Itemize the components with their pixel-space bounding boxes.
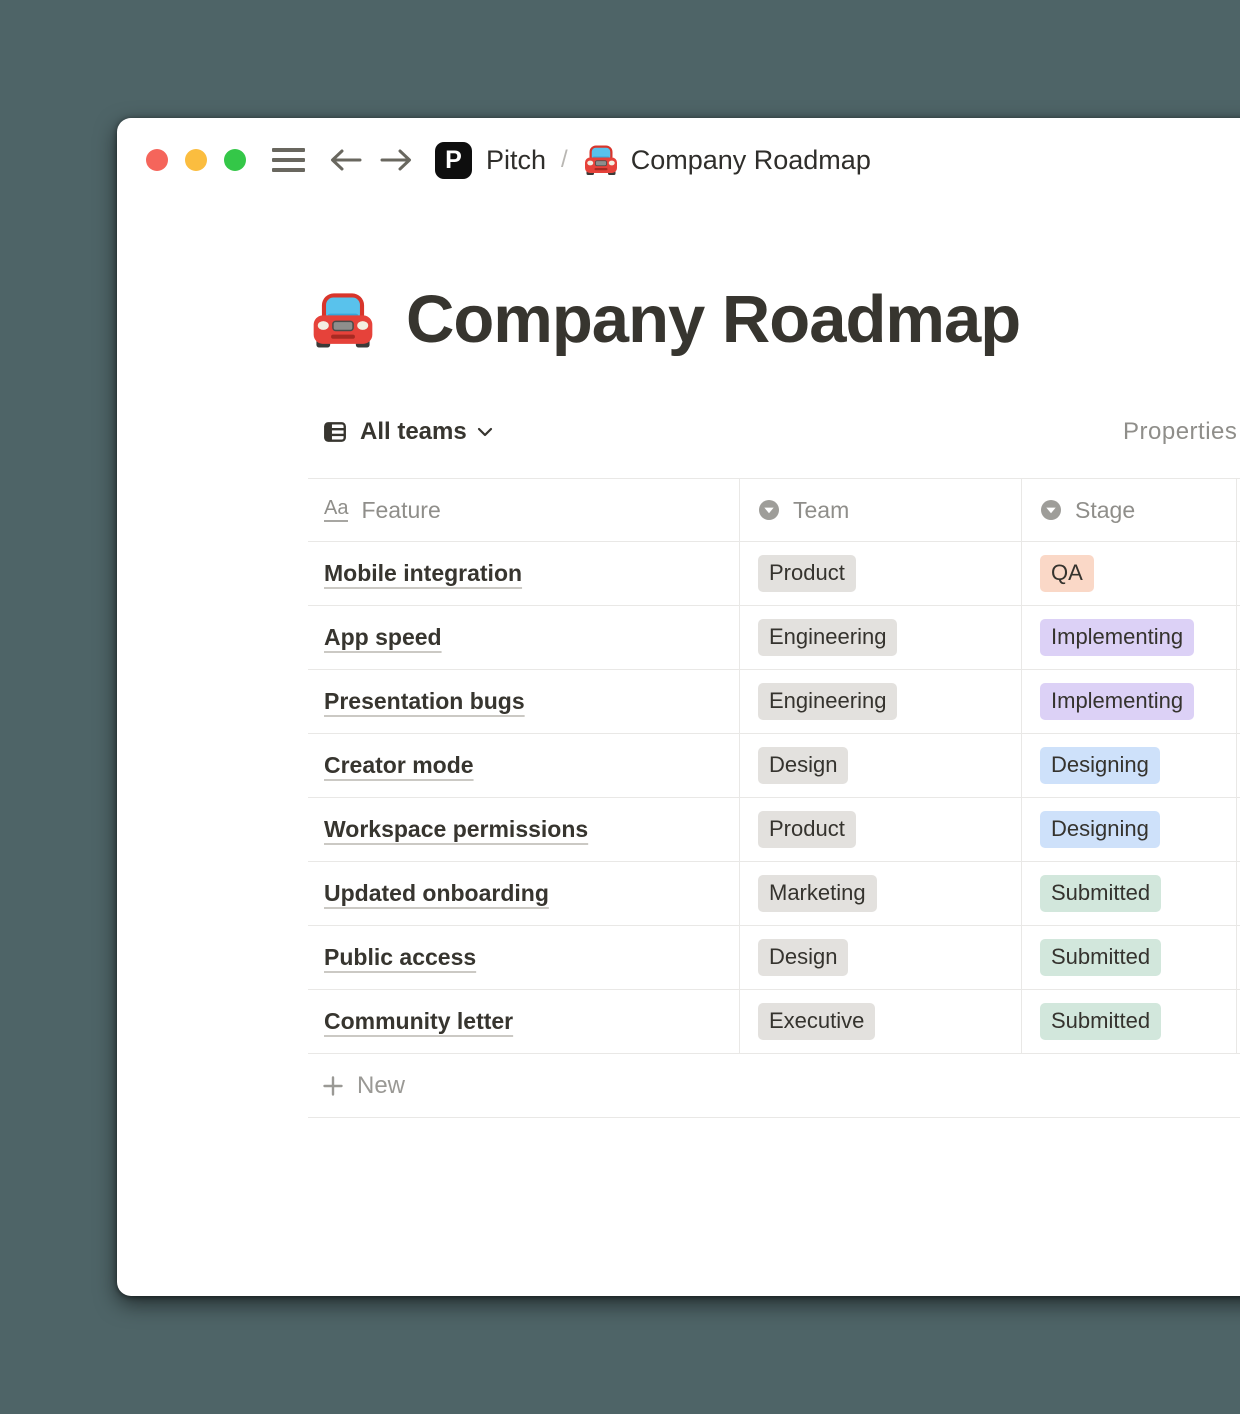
roadmap-table: Aa Feature Team Stage Mobile integration… <box>308 478 1240 1118</box>
table-row: Creator mode Design Designing <box>308 734 1240 798</box>
close-button[interactable] <box>146 149 168 171</box>
team-tag: Executive <box>758 1003 875 1041</box>
feature-page-link[interactable]: Presentation bugs <box>324 688 525 715</box>
team-cell[interactable]: Executive <box>740 990 1022 1053</box>
stage-tag: Implementing <box>1040 619 1194 657</box>
feature-page-link[interactable]: Mobile integration <box>324 560 522 587</box>
stage-tag: QA <box>1040 555 1094 593</box>
table-view-icon <box>322 419 348 445</box>
stage-cell[interactable]: Submitted <box>1022 926 1237 989</box>
column-label: Feature <box>361 497 440 524</box>
stage-cell[interactable]: QA <box>1022 542 1237 605</box>
table-row: Presentation bugs Engineering Implementi… <box>308 670 1240 734</box>
team-tag: Product <box>758 555 856 593</box>
plus-icon <box>322 1075 344 1097</box>
team-tag: Product <box>758 811 856 849</box>
page-title-row: Company Roadmap <box>310 281 1020 358</box>
stage-tag: Submitted <box>1040 875 1161 913</box>
stage-cell[interactable]: Designing <box>1022 798 1237 861</box>
back-arrow-icon[interactable] <box>329 148 363 172</box>
column-header-team[interactable]: Team <box>740 479 1022 541</box>
team-tag: Marketing <box>758 875 877 913</box>
feature-page-link[interactable]: Community letter <box>324 1008 513 1035</box>
feature-cell[interactable]: Creator mode <box>308 734 740 797</box>
breadcrumb-page-title[interactable]: Company Roadmap <box>631 145 871 176</box>
view-selector[interactable]: All teams <box>322 415 493 449</box>
team-cell[interactable]: Engineering <box>740 606 1022 669</box>
feature-cell[interactable]: Public access <box>308 926 740 989</box>
team-tag: Design <box>758 747 848 785</box>
team-cell[interactable]: Product <box>740 542 1022 605</box>
chevron-down-icon <box>477 427 493 437</box>
feature-page-link[interactable]: Public access <box>324 944 476 971</box>
table-row: Workspace permissions Product Designing <box>308 798 1240 862</box>
stage-tag: Designing <box>1040 747 1160 785</box>
feature-page-link[interactable]: App speed <box>324 624 442 651</box>
text-type-icon: Aa <box>324 498 348 522</box>
team-tag: Engineering <box>758 683 897 721</box>
team-cell[interactable]: Marketing <box>740 862 1022 925</box>
table-row: Updated onboarding Marketing Submitted <box>308 862 1240 926</box>
feature-cell[interactable]: App speed <box>308 606 740 669</box>
feature-page-link[interactable]: Workspace permissions <box>324 816 588 843</box>
feature-page-link[interactable]: Updated onboarding <box>324 880 549 907</box>
feature-cell[interactable]: Workspace permissions <box>308 798 740 861</box>
table-row: Public access Design Submitted <box>308 926 1240 990</box>
page-title[interactable]: Company Roadmap <box>406 281 1020 358</box>
breadcrumb-separator: / <box>561 146 568 174</box>
table-row: App speed Engineering Implementing <box>308 606 1240 670</box>
stage-tag: Designing <box>1040 811 1160 849</box>
table-row: Community letter Executive Submitted <box>308 990 1240 1054</box>
team-cell[interactable]: Engineering <box>740 670 1022 733</box>
team-cell[interactable]: Design <box>740 734 1022 797</box>
app-window: P Pitch / Company Roadmap Company Roadma… <box>117 118 1240 1296</box>
stage-tag: Submitted <box>1040 939 1161 977</box>
properties-button[interactable]: Properties <box>1123 418 1237 446</box>
feature-cell[interactable]: Updated onboarding <box>308 862 740 925</box>
page-icon-car[interactable] <box>310 287 376 353</box>
feature-cell[interactable]: Community letter <box>308 990 740 1053</box>
forward-arrow-icon[interactable] <box>379 148 413 172</box>
stage-cell[interactable]: Submitted <box>1022 990 1237 1053</box>
team-tag: Design <box>758 939 848 977</box>
team-tag: Engineering <box>758 619 897 657</box>
minimize-button[interactable] <box>185 149 207 171</box>
car-icon <box>583 142 619 178</box>
stage-tag: Submitted <box>1040 1003 1161 1041</box>
table-row: Mobile integration Product QA <box>308 542 1240 606</box>
team-cell[interactable]: Product <box>740 798 1022 861</box>
column-header-feature[interactable]: Aa Feature <box>308 479 740 541</box>
zoom-button[interactable] <box>224 149 246 171</box>
desktop-background: { "topbar": { "window_controls": { "clos… <box>0 0 1240 1414</box>
pitch-logo-icon[interactable]: P <box>435 142 472 179</box>
stage-tag: Implementing <box>1040 683 1194 721</box>
feature-cell[interactable]: Presentation bugs <box>308 670 740 733</box>
feature-page-link[interactable]: Creator mode <box>324 752 474 779</box>
menu-icon[interactable] <box>272 148 305 172</box>
team-cell[interactable]: Design <box>740 926 1022 989</box>
view-name: All teams <box>360 418 467 446</box>
stage-cell[interactable]: Implementing <box>1022 670 1237 733</box>
table-header-row: Aa Feature Team Stage <box>308 478 1240 542</box>
stage-cell[interactable]: Designing <box>1022 734 1237 797</box>
breadcrumb-app-name[interactable]: Pitch <box>486 145 546 176</box>
column-label: Team <box>793 497 849 524</box>
stage-cell[interactable]: Implementing <box>1022 606 1237 669</box>
feature-cell[interactable]: Mobile integration <box>308 542 740 605</box>
new-row[interactable]: New <box>308 1054 1240 1118</box>
column-label: Stage <box>1075 497 1135 524</box>
new-row-label: New <box>357 1072 405 1100</box>
window-topbar: P Pitch / Company Roadmap <box>146 140 871 180</box>
select-type-icon <box>758 499 780 521</box>
stage-cell[interactable]: Submitted <box>1022 862 1237 925</box>
column-header-stage[interactable]: Stage <box>1022 479 1237 541</box>
select-type-icon <box>1040 499 1062 521</box>
